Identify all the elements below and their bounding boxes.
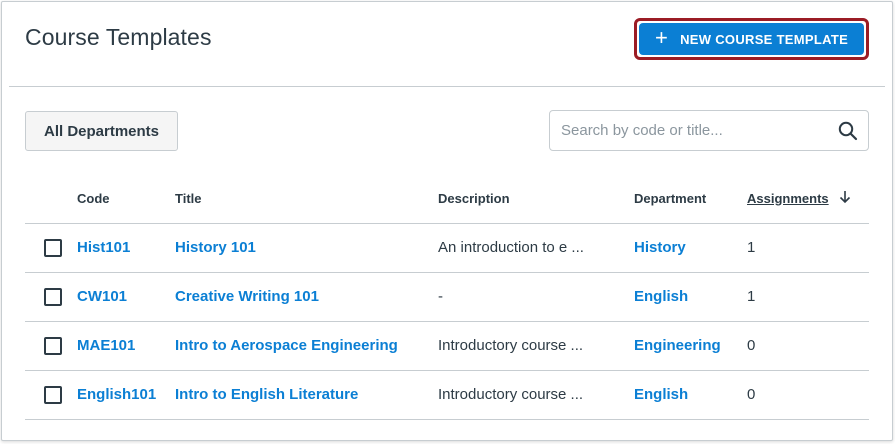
course-templates-table: Code Title Description Department Assign… — [25, 174, 869, 420]
plus-icon: + — [654, 25, 669, 50]
title-link[interactable]: Creative Writing 101 — [175, 288, 319, 305]
header-divider — [9, 86, 885, 87]
search-box — [549, 110, 869, 151]
department-link[interactable]: English — [634, 386, 688, 403]
description-text: - — [438, 272, 634, 322]
description-text: An introduction to e ... — [438, 223, 634, 273]
assignments-count: 0 — [747, 321, 869, 371]
new-course-template-button[interactable]: + NEW COURSE TEMPLATE — [639, 23, 864, 55]
sort-assignments-button[interactable]: Assignments — [747, 190, 851, 207]
page-title: Course Templates — [25, 24, 212, 50]
new-course-template-label: NEW COURSE TEMPLATE — [680, 31, 849, 47]
department-link[interactable]: English — [634, 288, 688, 305]
title-link[interactable]: Intro to Aerospace Engineering — [175, 337, 398, 354]
header-assignments-label: Assignments — [747, 190, 829, 206]
assignments-count: 0 — [747, 370, 869, 420]
course-templates-panel: Course Templates + NEW COURSE TEMPLATE A… — [1, 1, 893, 441]
header-assignments: Assignments — [747, 174, 869, 224]
description-text: Introductory course ... — [438, 321, 634, 371]
table-header-row: Code Title Description Department Assign… — [25, 174, 869, 224]
table-row: Hist101 History 101 An introduction to e… — [25, 223, 869, 273]
header-select — [25, 174, 77, 224]
department-link[interactable]: Engineering — [634, 337, 721, 354]
title-link[interactable]: Intro to English Literature — [175, 386, 358, 403]
title-link[interactable]: History 101 — [175, 239, 256, 256]
search-input[interactable] — [550, 111, 828, 150]
table-row: MAE101 Intro to Aerospace Engineering In… — [25, 321, 869, 371]
row-checkbox[interactable] — [44, 238, 62, 257]
table-row: CW101 Creative Writing 101 - English 1 — [25, 272, 869, 322]
row-checkbox[interactable] — [44, 287, 62, 306]
code-link[interactable]: MAE101 — [77, 337, 135, 354]
code-link[interactable]: Hist101 — [77, 239, 130, 256]
header-description: Description — [438, 174, 634, 224]
assignments-count: 1 — [747, 223, 869, 273]
header-code: Code — [77, 174, 175, 224]
header-title: Title — [175, 174, 438, 224]
row-checkbox[interactable] — [44, 336, 62, 355]
row-checkbox[interactable] — [44, 385, 62, 404]
department-link[interactable]: History — [634, 239, 686, 256]
department-filter-button[interactable]: All Departments — [25, 111, 178, 151]
arrow-down-icon — [839, 190, 851, 207]
assignments-count: 1 — [747, 272, 869, 322]
table-row: English101 Intro to English Literature I… — [25, 370, 869, 420]
description-text: Introductory course ... — [438, 370, 634, 420]
header-department: Department — [634, 174, 747, 224]
new-button-focus-ring: + NEW COURSE TEMPLATE — [634, 18, 869, 60]
code-link[interactable]: English101 — [77, 386, 156, 403]
search-icon[interactable] — [828, 111, 868, 150]
code-link[interactable]: CW101 — [77, 288, 127, 305]
